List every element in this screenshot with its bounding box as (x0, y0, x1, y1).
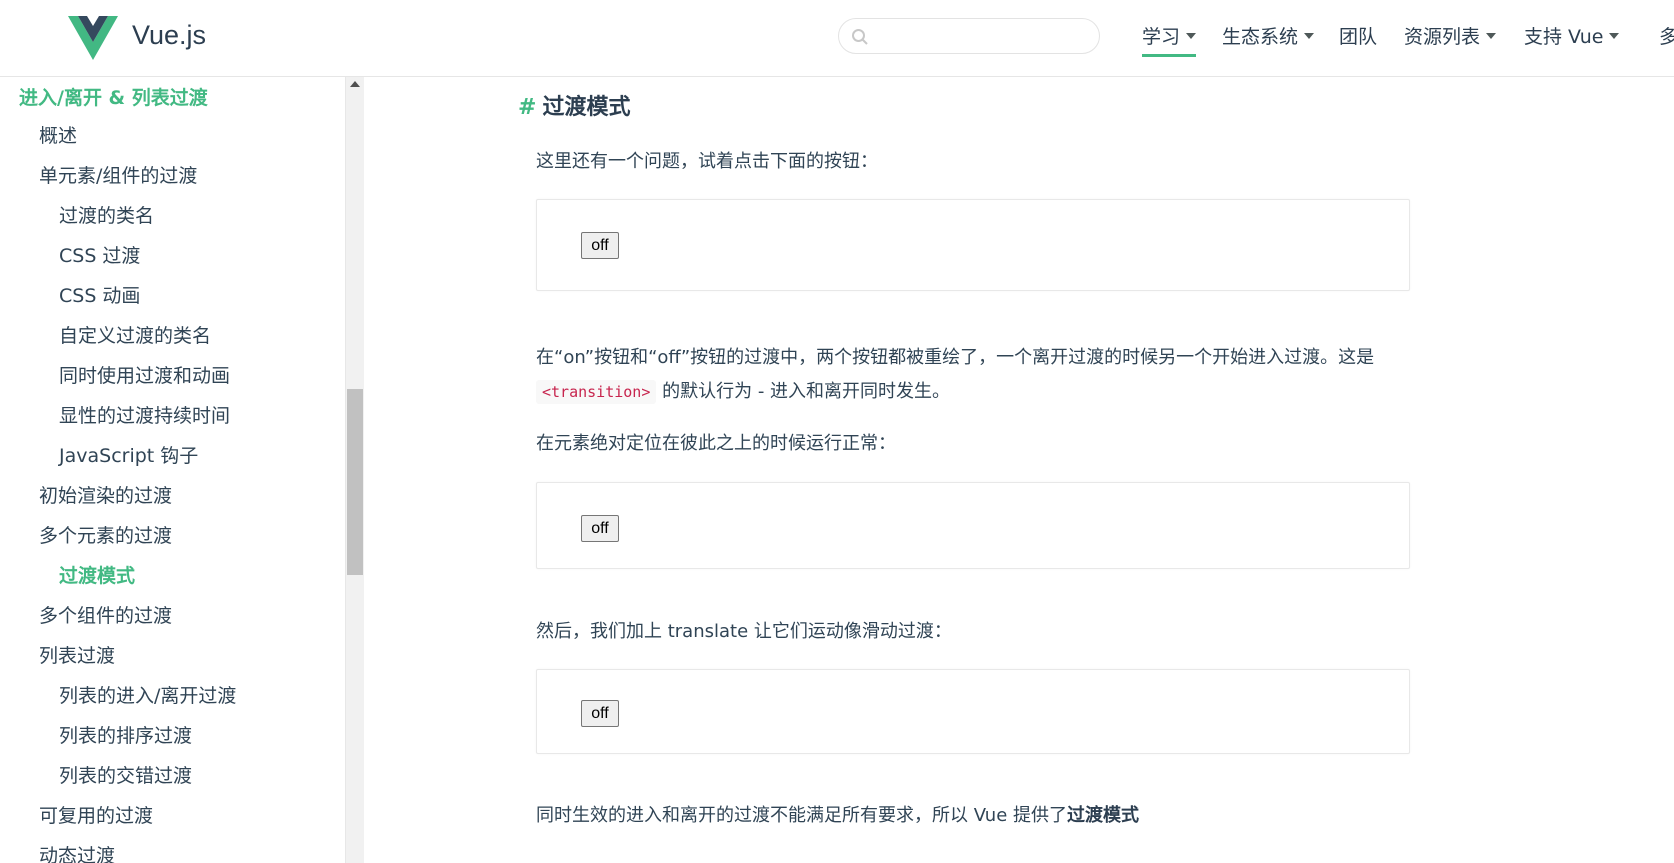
demo-box-3: off (536, 669, 1410, 754)
sidebar: 进入/离开 & 列表过渡 概述 单元素/组件的过渡 过渡的类名 CSS 过渡 C… (0, 77, 345, 863)
heading-text: 过渡模式 (542, 95, 631, 120)
nav-ecosystem-label: 生态系统 (1222, 26, 1299, 48)
nav-resources-label: 资源列表 (1404, 26, 1481, 48)
demo-3-toggle-button[interactable]: off (581, 700, 619, 727)
heading-anchor[interactable]: # (518, 95, 536, 120)
sidebar-item-css-animations[interactable]: CSS 动画 (59, 281, 140, 308)
nav-more[interactable]: 多 (1659, 22, 1674, 54)
nav-more-label: 多 (1659, 26, 1674, 48)
sidebar-item-css-transitions[interactable]: CSS 过渡 (59, 241, 140, 268)
sidebar-item-single-element[interactable]: 单元素/组件的过渡 (39, 161, 197, 188)
search-input[interactable] (879, 25, 1083, 49)
nav-support-vue[interactable]: 支持 Vue (1524, 22, 1620, 54)
paragraph-4: 然后，我们加上 translate 让它们运动像滑动过渡： (536, 621, 952, 642)
paragraph-2-text-end: 的默认行为 - 进入和离开同时发生。 (662, 381, 951, 402)
scroll-up-arrow-icon[interactable] (350, 81, 360, 87)
search-box[interactable] (838, 18, 1100, 54)
paragraph-1: 这里还有一个问题，试着点击下面的按钮： (536, 151, 878, 172)
sidebar-item-multiple-elements[interactable]: 多个元素的过渡 (39, 521, 172, 548)
paragraph-2-text: 在“on”按钮和“off”按钮的过渡中，两个按钮都被重绘了，一个离开过渡的时候另… (536, 347, 1375, 368)
nav-learn[interactable]: 学习 (1142, 22, 1197, 57)
sidebar-item-custom-classes[interactable]: 自定义过渡的类名 (59, 321, 211, 348)
chevron-down-icon (1609, 32, 1620, 39)
sidebar-item-explicit-duration[interactable]: 显性的过渡持续时间 (59, 401, 230, 428)
sidebar-item-initial-render[interactable]: 初始渲染的过渡 (39, 481, 172, 508)
sidebar-scrollbar[interactable] (345, 77, 364, 863)
paragraph-5: 同时生效的进入和离开的过渡不能满足所有要求，所以 Vue 提供了过渡模式 (536, 799, 1386, 833)
nav-team-label: 团队 (1339, 26, 1378, 48)
search-icon (852, 29, 868, 45)
demo-box-2: off (536, 482, 1410, 569)
nav-support-label: 支持 Vue (1524, 26, 1604, 48)
sidebar-item-list-transitions[interactable]: 列表过渡 (39, 641, 115, 668)
chevron-down-icon (1486, 32, 1497, 39)
demo-box-1: off (536, 199, 1410, 291)
sidebar-item-overview[interactable]: 概述 (39, 121, 77, 148)
paragraph-2: 在“on”按钮和“off”按钮的过渡中，两个按钮都被重绘了，一个离开过渡的时候另… (536, 341, 1386, 409)
paragraph-3: 在元素绝对定位在彼此之上的时候运行正常： (536, 433, 896, 454)
scrollbar-thumb[interactable] (347, 389, 363, 575)
paragraph-5-text: 同时生效的进入和离开的过渡不能满足所有要求，所以 Vue 提供了 (536, 805, 1068, 826)
brand-name[interactable]: Vue.js (132, 20, 206, 51)
nav-resources[interactable]: 资源列表 (1404, 22, 1497, 54)
nav-team[interactable]: 团队 (1339, 22, 1377, 54)
sidebar-item-list-move[interactable]: 列表的排序过渡 (59, 721, 192, 748)
chevron-down-icon (1304, 32, 1315, 39)
sidebar-item-list-enter-leave[interactable]: 列表的进入/离开过渡 (59, 681, 236, 708)
demo-2-toggle-button[interactable]: off (581, 515, 619, 542)
section-heading: # 过渡模式 (518, 89, 630, 121)
sidebar-item-js-hooks[interactable]: JavaScript 钩子 (59, 441, 198, 468)
sidebar-item-transition-modes[interactable]: 过渡模式 (59, 561, 135, 588)
sidebar-item-dynamic[interactable]: 动态过渡 (39, 841, 115, 863)
main-content: # 过渡模式 这里还有一个问题，试着点击下面的按钮： off 在“on”按钮和“o… (364, 77, 1674, 863)
vue-logo-icon[interactable] (68, 16, 118, 60)
top-header: Vue.js 学习 生态系统 团队 资源列表 支持 Vue 多 (0, 0, 1674, 77)
transition-modes-bold: 过渡模式 (1067, 805, 1140, 826)
chevron-down-icon (1186, 32, 1197, 39)
nav-learn-label: 学习 (1142, 26, 1181, 48)
inline-code: <transition> (536, 380, 657, 404)
sidebar-item-class-names[interactable]: 过渡的类名 (59, 201, 154, 228)
sidebar-item-transitions[interactable]: 进入/离开 & 列表过渡 (19, 83, 208, 110)
sidebar-item-reusable[interactable]: 可复用的过渡 (39, 801, 153, 828)
sidebar-item-list-stagger[interactable]: 列表的交错过渡 (59, 761, 192, 788)
nav-ecosystem[interactable]: 生态系统 (1222, 22, 1315, 54)
sidebar-item-multiple-components[interactable]: 多个组件的过渡 (39, 601, 172, 628)
sidebar-item-transitions-and-animations[interactable]: 同时使用过渡和动画 (59, 361, 230, 388)
demo-1-toggle-button[interactable]: off (581, 232, 619, 259)
